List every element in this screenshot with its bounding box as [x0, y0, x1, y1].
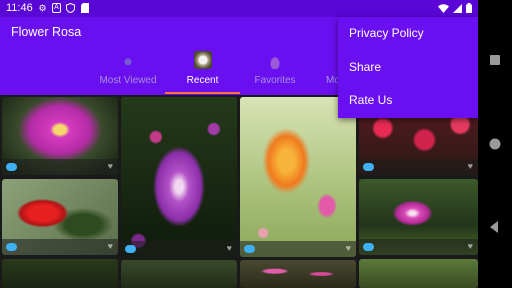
battery-icon: [466, 3, 472, 16]
home-button[interactable]: [478, 127, 512, 161]
sd-card-icon: [80, 3, 89, 13]
photo-grid: ♥ ♥ ♥ ♥ ♥ ♥: [0, 95, 478, 288]
circle-icon: [489, 138, 501, 150]
menu-item-share[interactable]: Share: [338, 51, 478, 85]
app-title: Flower Rosa: [11, 25, 82, 39]
back-button[interactable]: [478, 210, 512, 244]
overflow-menu: Privacy Policy Share Rate Us: [338, 17, 478, 118]
card-stats: [121, 241, 237, 257]
navigation-bar: [478, 0, 512, 288]
back-triangle-icon: [490, 221, 498, 233]
menu-item-privacy-policy[interactable]: Privacy Policy: [338, 17, 478, 51]
status-notification-icons: ⚙ A: [38, 3, 89, 13]
photo-card[interactable]: ♥: [359, 179, 478, 255]
comment-icon: [6, 243, 17, 251]
menu-item-rate-us[interactable]: Rate Us: [338, 84, 478, 118]
comment-icon: [363, 163, 374, 171]
wifi-icon: [438, 3, 449, 16]
card-stats: [2, 239, 118, 255]
tab-most-viewed-label: Most Viewed: [99, 75, 157, 86]
card-stats: [359, 239, 478, 255]
gear-icon: ⚙: [38, 3, 47, 13]
comment-icon: [363, 243, 374, 251]
like-icon: ♥: [467, 241, 473, 251]
photo-card[interactable]: ♥: [2, 97, 118, 175]
status-time: 11:46: [6, 2, 33, 14]
recent-thumbnail: [193, 51, 212, 69]
status-bar: 11:46 ⚙ A: [0, 0, 478, 17]
tab-indicator: [165, 92, 240, 94]
photo-card[interactable]: [240, 260, 356, 288]
photo-card[interactable]: ♥: [2, 179, 118, 255]
square-icon: [490, 55, 500, 65]
card-stats: [2, 159, 118, 175]
comment-icon: [125, 245, 136, 253]
tab-favorites[interactable]: Favorites: [240, 47, 310, 95]
photo-card[interactable]: ♥: [121, 97, 237, 257]
tab-most-viewed[interactable]: Most Viewed: [88, 47, 168, 95]
like-icon: ♥: [345, 243, 351, 253]
like-icon: ♥: [226, 243, 232, 253]
tab-recent[interactable]: Recent: [165, 47, 240, 95]
photo-card[interactable]: [121, 260, 237, 288]
tab-favorites-label: Favorites: [254, 75, 296, 86]
shield-icon: [66, 3, 75, 13]
comment-icon: [244, 245, 255, 253]
tab-recent-label: Recent: [186, 75, 219, 86]
card-stats: [359, 159, 478, 175]
most-viewed-icon: [119, 51, 137, 69]
comment-icon: [6, 163, 17, 171]
card-stats: [240, 241, 356, 257]
overview-button[interactable]: [478, 43, 512, 77]
like-icon: ♥: [467, 161, 473, 171]
like-icon: ♥: [107, 161, 113, 171]
a-icon: A: [52, 3, 61, 13]
app-screen: 11:46 ⚙ A Flower Rosa Most Viewed Recent…: [0, 0, 478, 288]
like-icon: ♥: [107, 241, 113, 251]
photo-card[interactable]: [359, 259, 478, 288]
status-system-icons: [438, 3, 472, 16]
photo-card[interactable]: [2, 259, 118, 288]
favorites-icon: [266, 51, 284, 69]
signal-icon: [453, 3, 462, 16]
photo-card[interactable]: ♥: [240, 97, 356, 257]
